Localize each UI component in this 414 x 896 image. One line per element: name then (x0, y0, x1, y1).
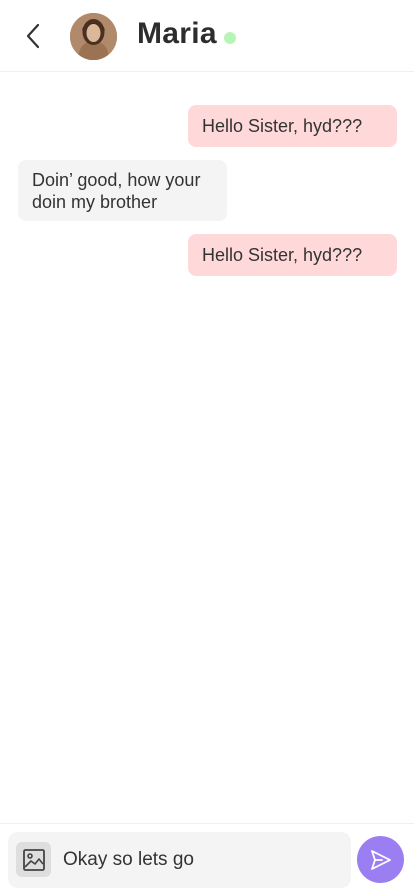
message-text: Doin’ good, how your doin my brother (32, 170, 201, 212)
message-bubble-outgoing[interactable]: Hello Sister, hyd??? (188, 234, 397, 276)
message-composer (8, 832, 351, 888)
message-text: Hello Sister, hyd??? (202, 245, 363, 265)
avatar[interactable] (70, 13, 117, 60)
chat-screen: Maria Hello Sister, hyd??? Doin’ good, h… (0, 0, 414, 896)
back-button[interactable] (18, 20, 48, 52)
send-button[interactable] (357, 836, 404, 883)
chat-header: Maria (0, 0, 414, 72)
message-text: Hello Sister, hyd??? (202, 116, 363, 136)
image-icon (22, 848, 45, 871)
online-status-dot (224, 32, 236, 44)
message-input[interactable] (63, 842, 333, 878)
chevron-left-icon (26, 23, 40, 49)
contact-name: Maria (137, 17, 217, 50)
message-bubble-outgoing[interactable]: Hello Sister, hyd??? (188, 105, 397, 147)
attach-image-button[interactable] (16, 842, 51, 877)
composer-divider (0, 823, 414, 824)
send-icon (370, 849, 391, 870)
message-bubble-incoming[interactable]: Doin’ good, how your doin my brother (18, 160, 227, 221)
